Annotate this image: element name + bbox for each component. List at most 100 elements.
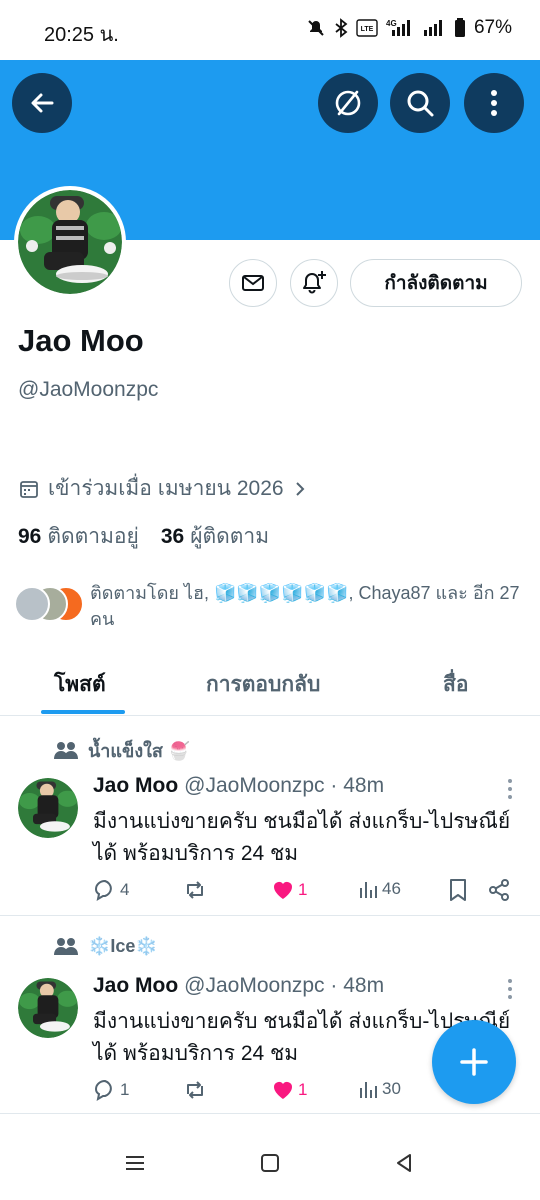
following-button[interactable]: กำลังติดตาม xyxy=(350,259,522,307)
followers-stat[interactable]: 36 ผู้ติดตาม xyxy=(161,520,269,553)
post-author[interactable]: Jao Moo xyxy=(93,774,178,797)
post-more-button[interactable] xyxy=(506,778,514,805)
views-button[interactable]: 30 xyxy=(357,1078,401,1100)
repost-icon xyxy=(187,881,203,899)
views-button[interactable]: 46 xyxy=(357,878,401,900)
back-button[interactable] xyxy=(12,73,72,133)
post-time: · 48m xyxy=(330,774,385,797)
search-button[interactable] xyxy=(390,73,450,133)
post-actions: 4 1 46 xyxy=(93,878,523,908)
post-handle: @JaoMoonzpc xyxy=(184,974,325,997)
compose-post-button[interactable] xyxy=(432,1020,516,1104)
bookmark-button[interactable] xyxy=(447,878,469,902)
signal-icon xyxy=(423,20,442,36)
recent-apps-button[interactable] xyxy=(124,1153,146,1178)
community-icon xyxy=(54,741,78,759)
like-button[interactable]: 1 xyxy=(271,878,307,902)
bell-plus-icon xyxy=(303,271,326,294)
post-handle: @JaoMoonzpc xyxy=(184,774,325,797)
like-count: 1 xyxy=(298,880,308,899)
share-icon xyxy=(489,879,509,901)
share-button[interactable] xyxy=(487,878,511,902)
reply-button[interactable]: 1 xyxy=(93,1078,129,1102)
system-navigation-bar xyxy=(0,1128,540,1200)
back-arrow-icon xyxy=(31,93,54,113)
view-count: 46 xyxy=(382,879,401,898)
following-label: ติดตามอยู่ xyxy=(47,525,139,548)
like-button[interactable]: 1 xyxy=(271,1078,307,1102)
notification-button[interactable] xyxy=(290,259,338,307)
like-count: 1 xyxy=(298,1080,308,1099)
reply-icon xyxy=(94,879,112,902)
status-bar: 20:25 น. LTE 4G 67% xyxy=(0,0,540,60)
svg-text:4G: 4G xyxy=(386,19,397,28)
message-button[interactable] xyxy=(229,259,277,307)
battery-icon xyxy=(454,18,465,37)
post-header: Jao Moo @JaoMoonzpc · 48m xyxy=(93,974,384,998)
reply-count: 4 xyxy=(120,880,130,899)
community-icon xyxy=(54,937,78,955)
post-more-button[interactable] xyxy=(506,978,514,1005)
community-label[interactable]: ❄️Ice❄️ xyxy=(54,936,158,957)
reply-button[interactable]: 4 xyxy=(93,878,129,902)
repost-button[interactable] xyxy=(183,878,207,902)
avatar-image xyxy=(18,778,78,838)
follow-counts: 96 ติดตามอยู่ 36 ผู้ติดตาม xyxy=(18,520,269,553)
community-name: น้ำแข็งใส 🍧 xyxy=(88,741,191,761)
chevron-right-icon xyxy=(295,481,304,496)
joined-text: เข้าร่วมเมื่อ เมษายน 2026 xyxy=(48,477,284,500)
tab-posts[interactable]: โพสต์ xyxy=(54,668,106,701)
more-vertical-icon xyxy=(508,779,512,799)
bookmark-icon xyxy=(450,879,466,901)
views-icon xyxy=(360,1082,377,1098)
more-vertical-icon xyxy=(491,90,497,116)
followed-by-text: ติดตามโดย ไฮ, 🧊🧊🧊🧊🧊🧊, Chaya87 และ อีก 27… xyxy=(90,583,520,629)
home-button[interactable] xyxy=(260,1153,280,1178)
followed-by-avatars xyxy=(14,586,88,624)
4g-signal-icon: 4G xyxy=(386,19,410,36)
heart-filled-icon xyxy=(274,1082,292,1099)
reply-count: 1 xyxy=(120,1080,130,1099)
tab-media[interactable]: สื่อ xyxy=(443,668,468,701)
post-text: มีงานแบ่งขายครับ ชนมือได้ ส่งแกร็บ-ไปรษณ… xyxy=(93,810,511,865)
status-time: 20:25 น. xyxy=(44,24,119,46)
following-stat[interactable]: 96 ติดตามอยู่ xyxy=(18,520,139,553)
post-time: · 48m xyxy=(330,974,385,997)
no-translate-button[interactable] xyxy=(318,73,378,133)
more-vertical-icon xyxy=(508,979,512,999)
avatar-image xyxy=(18,190,122,294)
post-avatar[interactable] xyxy=(18,778,78,838)
no-translate-icon xyxy=(335,90,361,116)
followers-count: 36 xyxy=(160,525,185,548)
repost-icon xyxy=(187,1081,203,1099)
recents-icon xyxy=(126,1156,144,1170)
svg-text:LTE: LTE xyxy=(361,26,374,33)
system-back-button[interactable] xyxy=(394,1153,414,1178)
profile-tabs: โพสต์ การตอบกลับ สื่อ xyxy=(0,652,540,716)
post-item[interactable]: น้ำแข็งใส 🍧 Jao Moo @JaoMoonzpc · 48m มีง… xyxy=(0,716,540,916)
mute-icon xyxy=(308,20,324,36)
tab-replies[interactable]: การตอบกลับ xyxy=(206,668,320,701)
active-tab-indicator xyxy=(41,710,125,714)
mail-icon xyxy=(242,275,264,291)
search-icon xyxy=(407,90,434,117)
following-count: 96 xyxy=(18,525,42,548)
community-label[interactable]: น้ำแข็งใส 🍧 xyxy=(54,736,190,765)
post-author[interactable]: Jao Moo xyxy=(93,974,178,997)
profile-avatar[interactable] xyxy=(14,186,126,298)
bluetooth-icon xyxy=(335,18,348,38)
heart-filled-icon xyxy=(274,882,292,899)
more-options-button[interactable] xyxy=(464,73,524,133)
status-icons: LTE 4G 67% xyxy=(306,17,512,39)
community-name: ❄️Ice❄️ xyxy=(88,936,158,956)
view-count: 30 xyxy=(382,1079,401,1098)
post-avatar[interactable] xyxy=(18,978,78,1038)
views-icon xyxy=(360,882,377,898)
plus-icon xyxy=(460,1048,488,1076)
battery-level: 67% xyxy=(473,17,512,38)
joined-date[interactable]: เข้าร่วมเมื่อ เมษายน 2026 xyxy=(18,472,308,505)
repost-button[interactable] xyxy=(183,1078,207,1102)
follower-avatar xyxy=(14,586,50,622)
calendar-icon xyxy=(20,480,38,498)
profile-name: Jao Moo xyxy=(18,323,144,358)
